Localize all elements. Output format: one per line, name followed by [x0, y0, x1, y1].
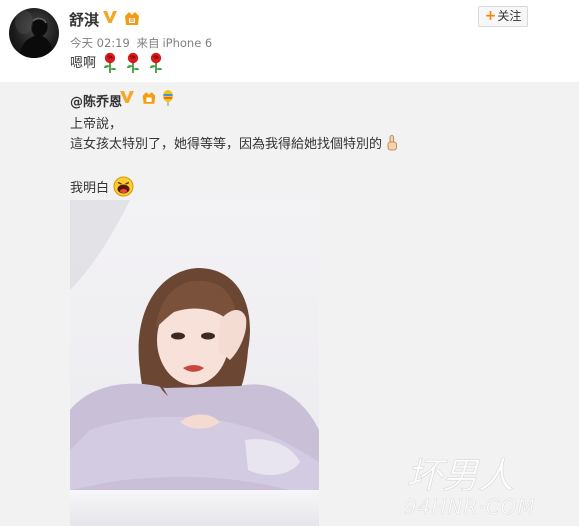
source-prefix: 来自 [136, 36, 160, 50]
avatar[interactable] [9, 8, 59, 58]
rose-emoji-group [101, 52, 170, 76]
watermark-main: 坏男人 [406, 456, 514, 497]
rose-icon [127, 52, 139, 73]
rose-icon [104, 52, 116, 73]
username[interactable]: 舒淇 [69, 9, 99, 30]
post-meta: 今天 02:19 来自 iPhone 6 [70, 35, 215, 51]
member-crown-icon [125, 12, 139, 25]
site-watermark: 坏男人 94HNR·COM [404, 456, 536, 520]
follow-label: 关注 [497, 9, 522, 23]
member-crown-icon [142, 92, 156, 104]
post-text: 嗯啊 [70, 56, 97, 71]
laughing-face-icon [113, 176, 134, 197]
finger-up-icon [387, 135, 398, 151]
verified-icon [103, 11, 117, 23]
repost-text-line-2-text: 這女孩太特別了，她得等等，因為我得給她找個特別的 [70, 137, 383, 152]
post-time[interactable]: 今天 02:19 [70, 36, 130, 50]
repost-photo[interactable] [70, 200, 319, 526]
rose-icon [150, 52, 162, 73]
balloon-icon [163, 90, 174, 106]
repost-author[interactable]: @陈乔恩 [70, 91, 122, 110]
repost-text-line-3-text: 我明白 [70, 181, 110, 196]
verified-icon [120, 91, 134, 103]
post-source[interactable]: iPhone 6 [162, 36, 212, 50]
repost-text-line-3: 我明白 [70, 176, 134, 197]
post-header: 舒淇 +关注 今天 02:19 来自 iPhone 6 嗯啊 [0, 0, 579, 82]
repost-badges [120, 90, 174, 106]
follow-button[interactable]: +关注 [478, 6, 528, 27]
watermark-domain: 94HNR·COM [404, 495, 536, 519]
plus-icon: + [484, 8, 497, 24]
repost-text-line-1: 上帝說， [70, 117, 123, 132]
repost-text-line-2: 這女孩太特別了，她得等等，因為我得給她找個特別的 [70, 133, 398, 152]
